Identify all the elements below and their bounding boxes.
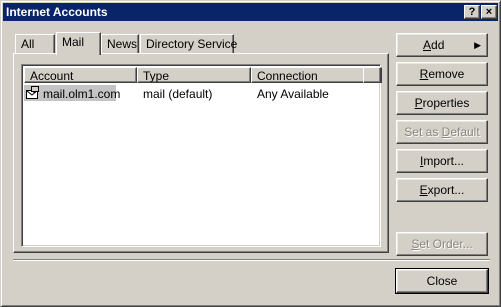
tab-label: Directory Service <box>146 37 238 51</box>
separator <box>13 259 490 261</box>
account-connection: Any Available <box>257 87 329 101</box>
tab-label: Mail <box>62 35 85 49</box>
help-icon: ? <box>468 5 476 18</box>
add-button[interactable]: Add ▶ <box>396 33 488 57</box>
close-window-button[interactable]: × <box>481 5 497 19</box>
tab-label: News <box>107 37 138 51</box>
set-as-default-button[interactable]: Set as Default <box>396 120 488 144</box>
set-order-button[interactable]: Set Order... <box>396 232 488 256</box>
tab-label: All <box>21 37 35 51</box>
tab-directory-service[interactable]: Directory Service <box>140 34 238 54</box>
properties-button[interactable]: Properties <box>396 91 488 115</box>
account-type: mail (default) <box>143 87 213 101</box>
help-button[interactable]: ? <box>464 5 480 19</box>
remove-button[interactable]: Remove <box>396 62 488 86</box>
close-icon: × <box>485 5 493 18</box>
accounts-list[interactable]: Account Type Connection mail.olm1.com ma… <box>21 64 382 247</box>
export-button[interactable]: Export... <box>396 178 488 202</box>
title-bar[interactable]: Internet Accounts ? × <box>3 3 498 21</box>
column-header-type[interactable]: Type <box>137 67 251 83</box>
add-label: Add <box>423 38 445 52</box>
tab-mail[interactable]: Mail <box>56 32 101 55</box>
arrow-right-icon: ▶ <box>474 39 481 50</box>
tab-all[interactable]: All <box>15 34 55 54</box>
tab-panel: Account Type Connection mail.olm1.com ma… <box>13 53 389 253</box>
import-button[interactable]: Import... <box>396 149 488 173</box>
mail-server-icon <box>26 86 40 100</box>
window-title: Internet Accounts <box>6 5 108 19</box>
internet-accounts-dialog: Internet Accounts ? × All News Directory… <box>0 0 501 307</box>
column-header-filler <box>363 67 381 83</box>
tab-news[interactable]: News <box>101 34 139 54</box>
column-header-account[interactable]: Account <box>24 67 137 83</box>
close-button[interactable]: Close <box>395 268 489 294</box>
account-name: mail.olm1.com <box>43 87 121 101</box>
